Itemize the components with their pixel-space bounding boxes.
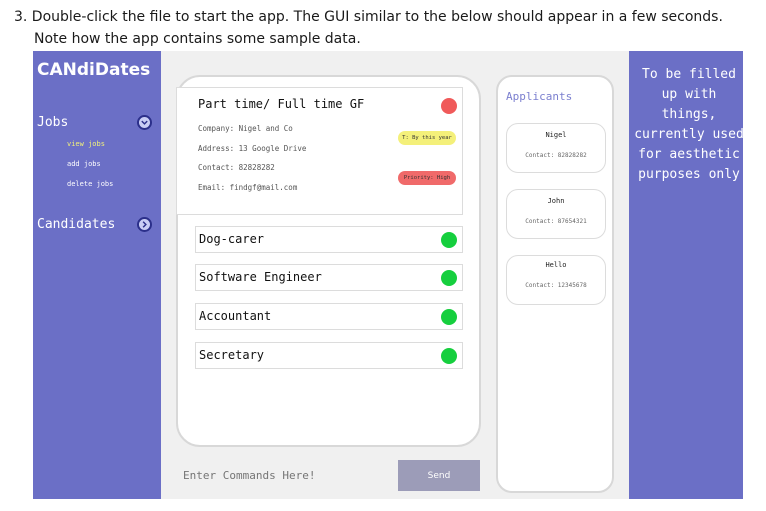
sidebar-item-delete-jobs[interactable]: delete jobs: [67, 180, 113, 188]
job-row-software-engineer[interactable]: Software Engineer: [195, 264, 463, 291]
chevron-right-icon[interactable]: [137, 217, 152, 232]
sidebar-item-add-jobs[interactable]: add jobs: [67, 160, 101, 168]
priority-badge: Priority: High: [398, 171, 456, 185]
chevron-down-icon[interactable]: [137, 115, 152, 130]
job-row-label: Dog-carer: [199, 232, 265, 246]
job-row-accountant[interactable]: Accountant: [195, 303, 463, 330]
job-address: Address: 13 Google Drive: [198, 144, 307, 153]
applicant-name: Nigel: [545, 131, 567, 139]
job-row-dog-carer[interactable]: Dog-carer: [195, 226, 463, 253]
command-input[interactable]: [174, 460, 396, 491]
applicant-contact: Contact: 87654321: [525, 218, 587, 225]
status-dot-green: [441, 232, 457, 248]
sidebar: CANdiDates Jobs view jobs add jobs delet…: [33, 51, 161, 499]
status-dot-green: [441, 348, 457, 364]
status-dot-green: [441, 270, 457, 286]
expanded-job-title: Part time/ Full time GF: [198, 97, 365, 111]
applicant-name: Hello: [545, 261, 567, 269]
app-logo: CANdiDates: [37, 60, 151, 80]
app-window: CANdiDates Jobs view jobs add jobs delet…: [33, 51, 744, 499]
job-row-label: Accountant: [199, 309, 272, 323]
job-email: Email: findgf@mail.com: [198, 183, 298, 192]
instructions: 3. Double-click the file to start the ap…: [14, 6, 754, 50]
job-contact: Contact: 82828282: [198, 163, 275, 172]
job-row-secretary[interactable]: Secretary: [195, 342, 463, 369]
time-badge: T: By this year: [398, 131, 456, 145]
instruction-line-2: Note how the app contains some sample da…: [34, 31, 361, 47]
applicant-name: John: [547, 197, 565, 205]
send-button[interactable]: Send: [398, 460, 480, 491]
right-panel-text: To be filled up with things, currently u…: [634, 67, 744, 182]
applicant-contact: Contact: 82828282: [525, 152, 587, 159]
sidebar-jobs-label[interactable]: Jobs: [37, 115, 68, 130]
job-company: Company: Nigel and Co: [198, 124, 293, 133]
sidebar-item-view-jobs[interactable]: view jobs: [67, 140, 105, 148]
job-row-label: Secretary: [199, 348, 265, 362]
status-dot-red: [441, 98, 457, 114]
status-dot-green: [441, 309, 457, 325]
sidebar-candidates-label[interactable]: Candidates: [37, 217, 115, 232]
job-row-label: Software Engineer: [199, 270, 322, 284]
applicants-title: Applicants: [506, 90, 573, 103]
instruction-line-1: 3. Double-click the file to start the ap…: [14, 9, 723, 25]
applicant-contact: Contact: 12345678: [525, 282, 587, 289]
